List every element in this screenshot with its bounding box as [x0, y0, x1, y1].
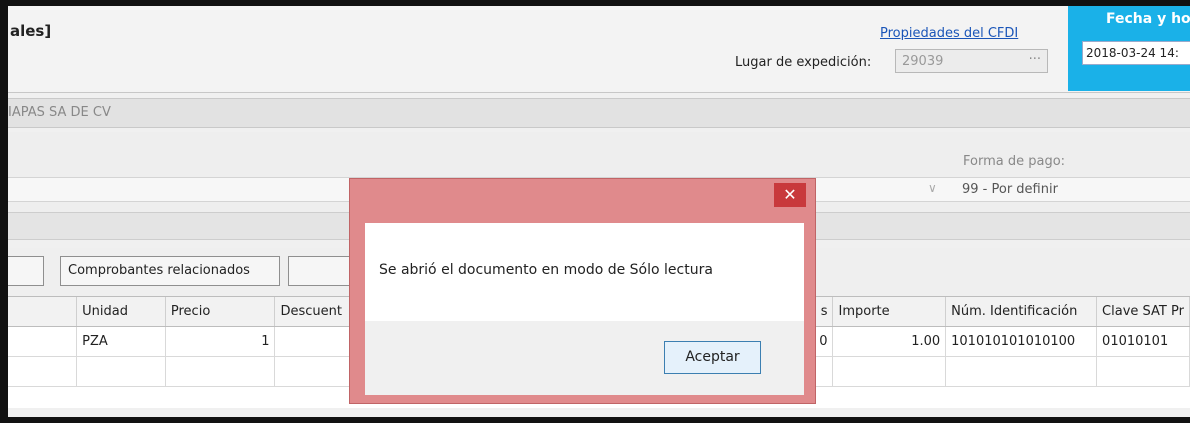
- document-header: ales] Propiedades del CFDI Lugar de expe…: [8, 6, 1190, 93]
- table-cell[interactable]: [8, 326, 78, 357]
- lugar-expedicion-label: Lugar de expedición:: [735, 55, 872, 70]
- right-partial-button[interactable]: [288, 256, 358, 286]
- column-header[interactable]: Núm. Identificación: [945, 297, 1098, 327]
- close-icon[interactable]: ✕: [774, 183, 806, 207]
- column-header[interactable]: Unidad: [76, 297, 166, 327]
- fecha-hora-title: Fecha y hora: [1106, 11, 1190, 27]
- column-header[interactable]: Importe: [832, 297, 947, 327]
- left-partial-button[interactable]: [8, 256, 44, 286]
- table-cell[interactable]: [945, 356, 1098, 387]
- emisor-name: IAPAS SA DE CV: [8, 105, 111, 120]
- column-header[interactable]: Precio: [165, 297, 276, 327]
- fecha-hora-field[interactable]: 2018-03-24 14:: [1082, 41, 1190, 65]
- table-cell[interactable]: 01010101: [1096, 326, 1190, 357]
- lugar-expedicion-field[interactable]: 29039 ···: [895, 49, 1048, 73]
- table-cell[interactable]: 1.00: [832, 326, 947, 357]
- table-cell[interactable]: [76, 356, 166, 387]
- lugar-lookup-button[interactable]: ···: [1029, 52, 1041, 67]
- fecha-hora-panel: Fecha y hora 2018-03-24 14:: [1068, 6, 1190, 91]
- message-dialog: ✕ Se abrió el documento en modo de Sólo …: [349, 178, 816, 404]
- table-cell[interactable]: PZA: [76, 326, 166, 357]
- aceptar-button[interactable]: Aceptar: [664, 341, 761, 374]
- dialog-footer: Aceptar: [365, 321, 804, 395]
- forma-pago-label: Forma de pago:: [963, 154, 1066, 169]
- dialog-message: Se abrió el documento en modo de Sólo le…: [379, 262, 713, 278]
- column-header[interactable]: [8, 297, 78, 327]
- table-cell[interactable]: [1096, 356, 1190, 387]
- lugar-expedicion-value: 29039: [902, 54, 944, 69]
- cfdi-properties-link[interactable]: Propiedades del CFDI: [880, 26, 1018, 41]
- form-title: ales]: [10, 22, 52, 40]
- emisor-band: IAPAS SA DE CV: [8, 98, 1190, 128]
- column-header[interactable]: Clave SAT Pr: [1096, 297, 1190, 327]
- table-cell[interactable]: 1: [165, 326, 276, 357]
- table-cell[interactable]: [165, 356, 276, 387]
- table-cell[interactable]: [832, 356, 947, 387]
- forma-pago-value: 99 - Por definir: [962, 182, 1058, 197]
- table-cell[interactable]: [8, 356, 78, 387]
- chevron-down-icon[interactable]: ∨: [928, 181, 937, 195]
- dialog-body: Se abrió el documento en modo de Sólo le…: [365, 223, 804, 395]
- comprobantes-relacionados-button[interactable]: Comprobantes relacionados: [60, 256, 280, 286]
- table-cell[interactable]: 101010101010100: [945, 326, 1098, 357]
- app-window: ales] Propiedades del CFDI Lugar de expe…: [0, 0, 1190, 423]
